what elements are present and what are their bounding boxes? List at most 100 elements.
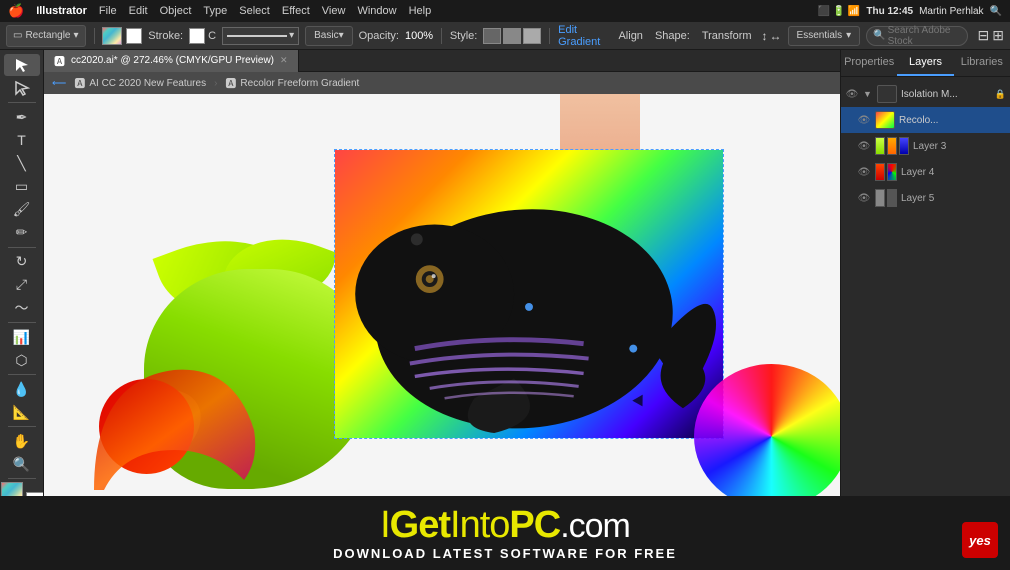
rectangle-icon: ▭ — [13, 30, 22, 41]
rotate-tool[interactable]: ↻ — [4, 251, 40, 273]
transform-label: Transform — [702, 30, 752, 42]
menu-view[interactable]: View — [322, 5, 346, 17]
stroke-dash-selector[interactable]: ▾ — [222, 27, 299, 45]
selection-tool[interactable] — [4, 54, 40, 76]
watermark-get: Get — [390, 504, 450, 546]
sub-thumb-5 — [887, 163, 897, 181]
layer-visibility-2[interactable]: 👁 — [857, 113, 871, 127]
transform-icon-1[interactable]: ↕ — [762, 29, 768, 43]
zoom-tool[interactable]: 🔍 — [4, 453, 40, 475]
sub-thumb-1 — [875, 137, 885, 155]
toolbar: ▭ Rectangle ▾ Stroke: C ▾ Basic ▾ Opacit… — [0, 22, 1010, 50]
tab-properties[interactable]: Properties — [841, 50, 897, 76]
ai-icon: 🅰 — [74, 75, 85, 91]
shape-selector[interactable]: ▭ Rectangle ▾ — [6, 25, 86, 47]
breadcrumb-item-2[interactable]: 🅰 Recolor Freeform Gradient — [225, 75, 359, 91]
measure-tool[interactable]: 📐 — [4, 401, 40, 423]
apple-icon: 🍎 — [8, 3, 24, 19]
breadcrumb-label-1: AI CC 2020 New Features — [89, 78, 206, 89]
hand-tool[interactable]: ✋ — [4, 430, 40, 452]
layer-row-5[interactable]: 👁 Layer 5 — [841, 185, 1010, 211]
multi-thumb — [875, 137, 909, 155]
warp-tool[interactable]: 〜 — [4, 297, 40, 319]
direct-selection-tool[interactable] — [4, 77, 40, 99]
pencil-tool[interactable]: ✏ — [4, 222, 40, 244]
menu-window[interactable]: Window — [357, 5, 396, 17]
type-tool[interactable]: T — [4, 129, 40, 151]
fill-color[interactable] — [102, 27, 122, 45]
tab-close-icon[interactable]: ✕ — [280, 55, 288, 66]
layer-row-selected[interactable]: 👁 Recolo... — [841, 107, 1010, 133]
libraries-label: Libraries — [961, 56, 1003, 68]
shape-tool-label: Shape: — [655, 30, 690, 42]
toolbar-separator-2 — [441, 28, 442, 44]
layers-label: Layers — [909, 56, 942, 68]
shape-tool[interactable]: ▭ — [4, 176, 40, 198]
pen-tool[interactable]: ✒ — [4, 106, 40, 128]
menu-select[interactable]: Select — [239, 5, 270, 17]
essentials-label: Essentials — [797, 30, 843, 41]
search-icon[interactable]: 🔍 — [990, 6, 1002, 17]
layer-visibility-4[interactable]: 👁 — [857, 165, 871, 179]
layer-visibility-3[interactable]: 👁 — [857, 139, 871, 153]
style-icon-2[interactable] — [503, 28, 521, 44]
menu-effect[interactable]: Effect — [282, 5, 310, 17]
breadcrumb-item-1[interactable]: 🅰 AI CC 2020 New Features — [74, 75, 206, 91]
breadcrumb-icon-2: 🅰 — [225, 75, 236, 91]
chevron-down-icon: ▾ — [73, 30, 78, 41]
stroke-color[interactable] — [126, 28, 142, 44]
sub-thumb-6 — [875, 189, 885, 207]
back-arrow-icon[interactable]: ⟵ — [52, 78, 66, 89]
artwork-area[interactable]: Faster Effects — [44, 94, 840, 530]
doc-icon: 🅰 — [54, 53, 65, 69]
stroke-swatch[interactable] — [189, 28, 205, 44]
essentials-btn[interactable]: Essentials ▾ — [788, 26, 861, 46]
tab-libraries[interactable]: Libraries — [954, 50, 1010, 76]
style-icon-1[interactable] — [483, 28, 501, 44]
layer-row-3[interactable]: 👁 Layer 3 — [841, 133, 1010, 159]
tool-separator-4 — [8, 374, 36, 375]
watermark-i: I — [380, 504, 390, 546]
tab-layers[interactable]: Layers — [897, 50, 953, 76]
stock-search[interactable]: 🔍 Search Adobe Stock — [866, 26, 967, 46]
layer-row-group[interactable]: 👁 ▼ Isolation M... 🔒 — [841, 81, 1010, 107]
eyedropper-tool[interactable]: 💧 — [4, 378, 40, 400]
breadcrumb-separator: › — [214, 78, 217, 89]
style-icon-3[interactable] — [523, 28, 541, 44]
search-icon: 🔍 — [873, 30, 885, 41]
paintbrush-tool[interactable]: 🖌 — [4, 199, 40, 221]
right-panel-tabs: Properties Layers Libraries — [841, 50, 1010, 77]
style-selector[interactable]: Basic ▾ — [305, 26, 352, 46]
layer-visibility-1[interactable]: 👁 — [845, 87, 859, 101]
right-panel: Properties Layers Libraries 👁 ▼ Isolatio… — [840, 50, 1010, 570]
scale-tool[interactable]: ⤢ — [4, 274, 40, 296]
layer-expand-icon[interactable]: ▼ — [863, 89, 873, 99]
stroke-value-area: C — [189, 28, 216, 44]
menu-file[interactable]: File — [99, 5, 117, 17]
panel-left-icon[interactable]: ⊟ — [978, 27, 990, 44]
basic-label: Basic — [314, 30, 338, 41]
panel-right-icon[interactable]: ⊞ — [992, 27, 1004, 44]
menu-object[interactable]: Object — [160, 5, 192, 17]
opacity-value: 100% — [405, 30, 433, 42]
transform-icon-2[interactable]: ↔ — [770, 29, 782, 43]
menu-bar-right-icons: ⬛ 🔋 📶 Thu 12:45 Martin Perhlak 🔍 — [817, 6, 1002, 17]
whale-selection-container[interactable] — [334, 149, 724, 439]
line-tool[interactable]: ╲ — [4, 152, 40, 174]
edit-gradient-btn[interactable]: Edit Gradient — [558, 24, 606, 48]
menu-edit[interactable]: Edit — [129, 5, 148, 17]
app-name: Illustrator — [36, 5, 87, 17]
toolbar-separator-3 — [549, 28, 550, 44]
tool-separator-3 — [8, 322, 36, 323]
yes-badge: yes — [962, 522, 998, 558]
menu-type[interactable]: Type — [203, 5, 227, 17]
red-arch-container — [84, 350, 264, 490]
blend-tool[interactable]: ⬡ — [4, 349, 40, 371]
menu-help[interactable]: Help — [409, 5, 432, 17]
layer-visibility-5[interactable]: 👁 — [857, 191, 871, 205]
layer-row-4[interactable]: 👁 Layer 4 — [841, 159, 1010, 185]
layer-name-4: Layer 4 — [901, 167, 1006, 178]
document-tab[interactable]: 🅰 cc2020.ai* @ 272.46% (CMYK/GPU Preview… — [44, 50, 299, 72]
whale-artwork-svg — [335, 150, 723, 438]
graph-tool[interactable]: 📊 — [4, 326, 40, 348]
